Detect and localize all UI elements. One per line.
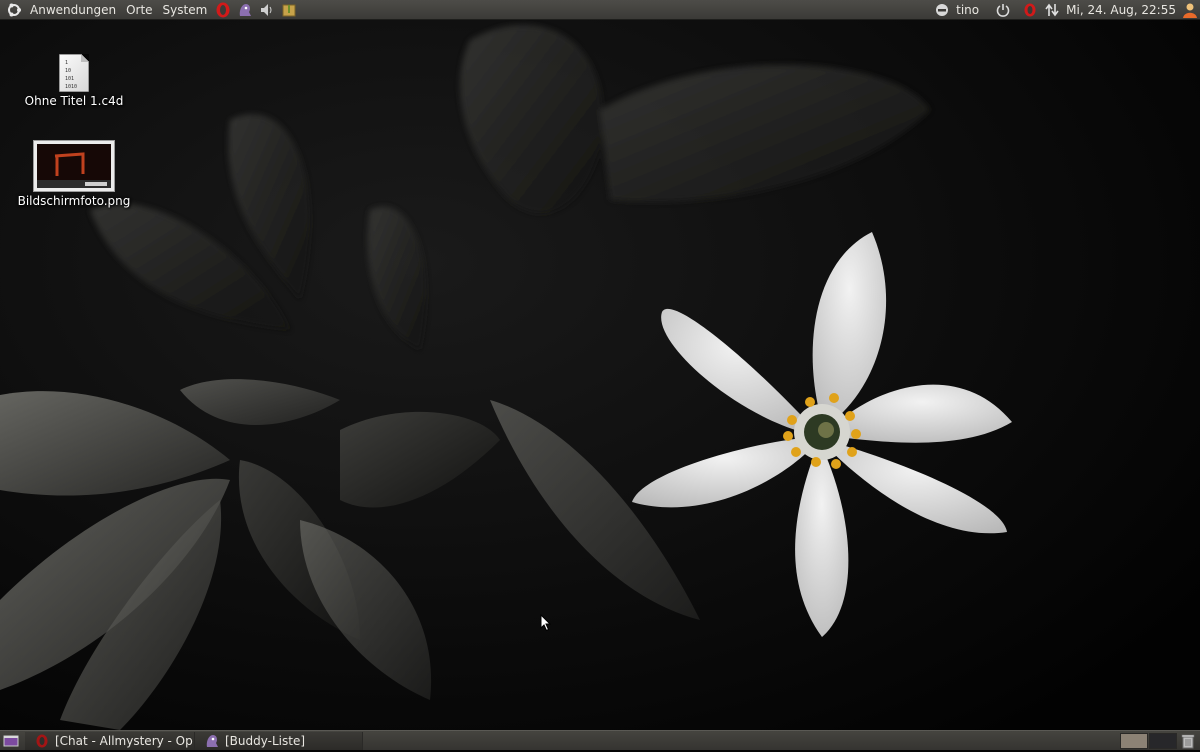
user-icon[interactable] <box>1182 2 1198 18</box>
opera-icon <box>34 733 50 749</box>
archive-manager-icon[interactable] <box>281 2 297 18</box>
trash-icon[interactable] <box>1180 733 1196 749</box>
show-desktop-icon[interactable] <box>3 733 19 749</box>
power-icon[interactable] <box>995 2 1011 18</box>
network-icon[interactable] <box>1044 2 1060 18</box>
username-label[interactable]: tino <box>953 3 982 17</box>
workspace-1[interactable] <box>1120 733 1148 749</box>
menu-applications[interactable]: Anwendungen <box>25 0 121 20</box>
desktop-icon-label: Ohne Titel 1.c4d <box>24 94 124 108</box>
taskbar-item-chat[interactable]: [Chat - Allmystery - Op... <box>25 731 195 750</box>
desktop-wallpaper <box>0 0 1200 750</box>
workspace-2[interactable] <box>1149 733 1177 749</box>
file-glyph-line: 1 <box>65 60 69 66</box>
clock[interactable]: Mi, 24. Aug, 22:55 <box>1063 3 1179 17</box>
menu-places[interactable]: Orte <box>121 0 157 20</box>
file-glyph-line: 10 <box>65 68 72 74</box>
desktop-icon-label: Bildschirmfoto.png <box>17 194 131 208</box>
chat-status-icon[interactable] <box>934 2 950 18</box>
volume-icon[interactable] <box>259 2 275 18</box>
file-glyph-line: 101 <box>65 76 75 82</box>
launcher-area <box>212 0 300 20</box>
thumbnail-preview <box>37 144 111 188</box>
taskbar-item-buddy-list[interactable]: [Buddy-Liste] <box>195 731 363 750</box>
pidgin-icon[interactable] <box>237 2 253 18</box>
file-glyph-line: 1010 <box>65 84 78 90</box>
opera-icon[interactable] <box>215 2 231 18</box>
right-panel: tino Mi, 24. Aug, 22:55 <box>931 0 1200 20</box>
pidgin-icon <box>204 733 220 749</box>
opera-mail-icon[interactable] <box>1022 2 1038 18</box>
menu-system[interactable]: System <box>158 0 213 20</box>
desktop-icon-screenshot-png[interactable]: Bildschirmfoto.png <box>14 140 134 208</box>
bottom-panel: [Chat - Allmystery - Op... [Buddy-Liste] <box>0 730 1200 750</box>
mouse-cursor-icon <box>540 614 552 632</box>
ubuntu-logo-icon[interactable] <box>6 2 22 18</box>
image-thumbnail-icon <box>33 140 115 192</box>
taskbar-item-label: [Chat - Allmystery - Op... <box>55 733 195 748</box>
top-panel: Anwendungen Orte System tino Mi, 24. Aug… <box>0 0 1200 20</box>
taskbar-item-label: [Buddy-Liste] <box>225 733 306 748</box>
binary-file-icon: 1 10 101 1010 <box>59 54 89 92</box>
desktop-icon-c4d-file[interactable]: 1 10 101 1010 Ohne Titel 1.c4d <box>18 54 130 108</box>
